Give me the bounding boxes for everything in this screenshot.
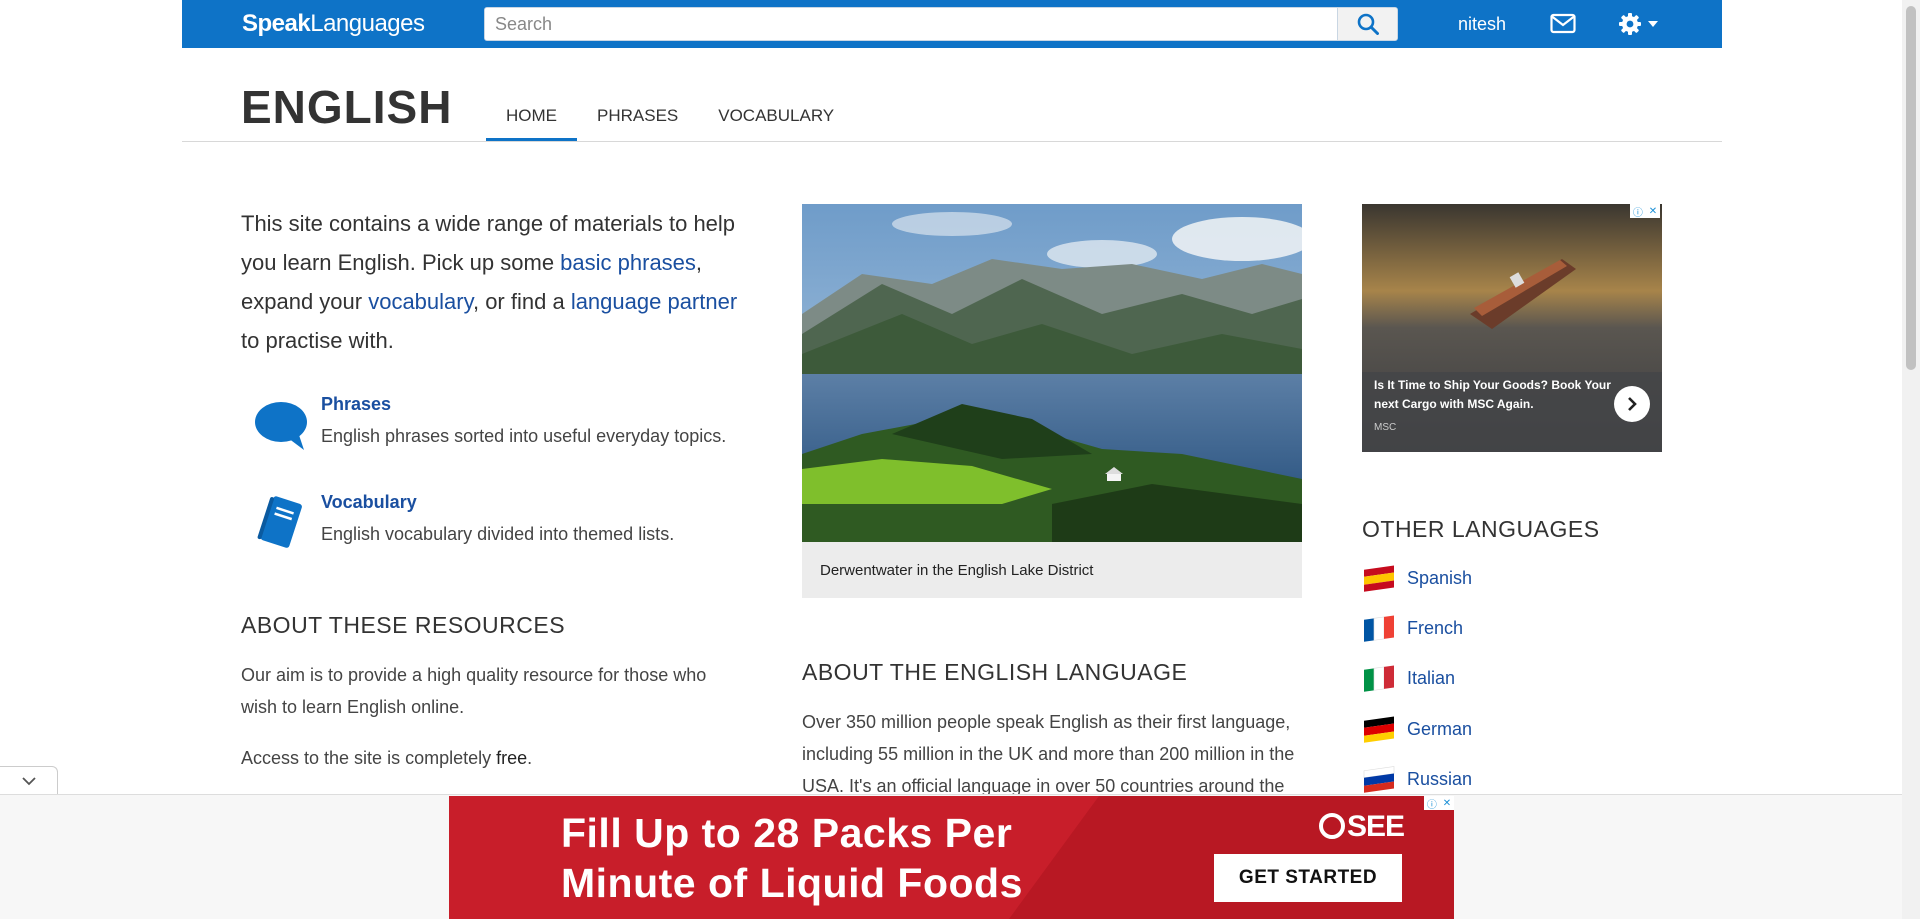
page-title: ENGLISH — [241, 81, 453, 133]
scrollbar-thumb[interactable] — [1906, 6, 1916, 370]
italy-flag-icon — [1364, 665, 1394, 692]
feature-phrases: Phrases English phrases sorted into usef… — [254, 394, 754, 464]
basic-phrases-link[interactable]: basic phrases — [560, 250, 696, 275]
speech-bubble-icon — [255, 402, 307, 450]
bottom-ad-choices[interactable]: ⓘ ✕ — [1424, 796, 1454, 811]
search-box — [484, 7, 1398, 41]
side-advertisement[interactable]: Is It Time to Ship Your Goods? Book Your… — [1362, 204, 1662, 452]
get-started-button[interactable]: GET STARTED — [1214, 854, 1402, 902]
bottom-advertisement[interactable]: Fill Up to 28 Packs Per Minute of Liquid … — [449, 796, 1454, 919]
language-link-spanish[interactable]: Spanish — [1362, 561, 1562, 595]
bottom-ad-brand: SEE — [1319, 810, 1405, 844]
chevron-down-icon — [21, 776, 36, 785]
search-icon — [1357, 13, 1379, 35]
bottom-ad-headline: Fill Up to 28 Packs Per Minute of Liquid … — [561, 810, 1023, 906]
book-icon — [257, 496, 302, 548]
gear-icon — [1619, 13, 1641, 35]
messages-button[interactable] — [1550, 13, 1578, 35]
search-input[interactable] — [485, 8, 1339, 40]
side-ad-headline: Is It Time to Ship Your Goods? Book Your… — [1374, 378, 1611, 411]
top-navbar: SpeakLanguages nitesh — [182, 0, 1722, 48]
feature-vocabulary: Vocabulary English vocabulary divided in… — [254, 492, 754, 562]
language-link-russian[interactable]: Russian — [1362, 762, 1562, 796]
language-partner-link[interactable]: language partner — [571, 289, 737, 314]
section-tabs: HOME PHRASES VOCABULARY — [486, 96, 854, 142]
chevron-right-icon — [1628, 397, 1637, 411]
germany-flag-icon — [1364, 716, 1394, 743]
site-logo[interactable]: SpeakLanguages — [242, 10, 425, 38]
about-language-heading: ABOUT THE ENGLISH LANGUAGE — [802, 659, 1188, 685]
other-languages-heading: OTHER LANGUAGES — [1362, 516, 1600, 542]
close-icon[interactable]: ✕ — [1443, 798, 1451, 809]
language-label: Italian — [1407, 667, 1456, 688]
side-ad-choices[interactable]: ⓘ ✕ — [1630, 204, 1660, 219]
phrases-link[interactable]: Phrases — [321, 394, 391, 415]
language-label: Spanish — [1407, 567, 1473, 588]
phrases-description: English phrases sorted into useful every… — [321, 426, 727, 446]
about-language-paragraph: Over 350 million people speak English as… — [802, 712, 1295, 794]
settings-menu-button[interactable] — [1618, 12, 1666, 36]
header-divider — [182, 141, 1722, 142]
brand-logo-icon — [1319, 813, 1345, 839]
language-label: German — [1407, 718, 1473, 739]
photo-caption: Derwentwater in the English Lake Distric… — [802, 542, 1302, 598]
caret-down-icon — [1648, 21, 1658, 27]
language-label: Russian — [1407, 768, 1473, 789]
side-ad-source: MSC — [1374, 422, 1397, 433]
language-label: French — [1407, 617, 1464, 638]
tab-vocabulary[interactable]: VOCABULARY — [698, 96, 854, 142]
spain-flag-icon — [1364, 565, 1394, 592]
search-button[interactable] — [1337, 8, 1397, 40]
language-link-italian[interactable]: Italian — [1362, 661, 1562, 695]
adchoices-icon: ⓘ — [1426, 799, 1437, 811]
intro-paragraph: This site contains a wide range of mater… — [241, 211, 738, 353]
about-resources-paragraph: Our aim is to provide a high quality res… — [241, 665, 707, 717]
language-link-french[interactable]: French — [1362, 611, 1562, 645]
adchoices-icon: ⓘ — [1632, 207, 1643, 219]
about-resources-heading: ABOUT THESE RESOURCES — [241, 612, 566, 638]
close-icon[interactable]: ✕ — [1649, 206, 1657, 217]
vocabulary-description: English vocabulary divided into themed l… — [321, 524, 675, 544]
language-link-german[interactable]: German — [1362, 712, 1562, 746]
mail-icon — [1550, 13, 1576, 34]
collapse-ad-button[interactable] — [0, 766, 58, 794]
russia-flag-icon — [1363, 766, 1395, 793]
vocabulary-link[interactable]: vocabulary — [368, 289, 473, 314]
tab-phrases[interactable]: PHRASES — [577, 96, 698, 142]
tab-home[interactable]: HOME — [486, 96, 577, 142]
vocabulary-feature-link[interactable]: Vocabulary — [321, 492, 417, 513]
france-flag-icon — [1364, 615, 1394, 642]
side-ad-next-button[interactable] — [1614, 386, 1650, 422]
free-access-paragraph: Access to the site is completely free. — [241, 748, 533, 768]
lake-district-photo — [802, 204, 1302, 542]
user-menu-link[interactable]: nitesh — [1458, 14, 1506, 35]
page-scrollbar[interactable] — [1902, 0, 1920, 919]
